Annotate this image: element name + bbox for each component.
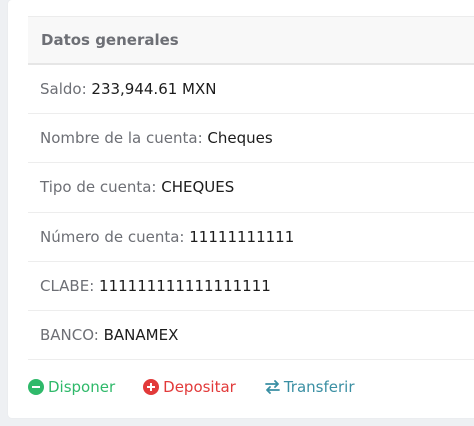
detail-value: BANAMEX — [103, 325, 179, 344]
dispose-button[interactable]: Disponer — [28, 378, 115, 396]
detail-value: CHEQUES — [161, 178, 235, 197]
account-card: Datos generales Saldo: 233,944.61 MXN No… — [8, 0, 474, 418]
deposit-label: Depositar — [163, 378, 236, 396]
detail-row-clabe: CLABE: 111111111111111111 — [28, 262, 474, 311]
detail-label: Saldo: — [40, 80, 92, 98]
transfer-label: Transferir — [283, 378, 355, 396]
detail-row-nombre-cuenta: Nombre de la cuenta: Cheques — [28, 114, 474, 164]
detail-label: BANCO: — [40, 325, 104, 344]
transfer-button[interactable]: Transferir — [264, 378, 355, 396]
account-details-list: Saldo: 233,944.61 MXN Nombre de la cuent… — [28, 65, 474, 361]
detail-row-tipo-cuenta: Tipo de cuenta: CHEQUES — [28, 163, 474, 213]
detail-label: Tipo de cuenta: — [40, 178, 162, 197]
detail-value: 233,944.61 MXN — [91, 80, 217, 98]
section-title: Datos generales — [41, 31, 179, 49]
minus-circle-icon — [28, 379, 44, 395]
detail-value: 11111111111 — [189, 227, 295, 246]
exchange-arrows-icon — [264, 379, 280, 395]
deposit-button[interactable]: Depositar — [143, 378, 236, 396]
detail-label: Nombre de la cuenta: — [40, 129, 208, 148]
detail-label: CLABE: — [40, 276, 100, 295]
detail-row-numero-cuenta: Número de cuenta: 11111111111 — [28, 213, 474, 262]
detail-label: Número de cuenta: — [40, 227, 190, 246]
detail-value: 111111111111111111 — [99, 276, 271, 295]
detail-row-saldo: Saldo: 233,944.61 MXN — [28, 65, 474, 115]
detail-value: Cheques — [207, 129, 273, 148]
plus-circle-icon — [143, 379, 160, 395]
section-header: Datos generales — [28, 17, 474, 65]
dispose-label: Disponer — [48, 378, 116, 396]
detail-row-banco: BANCO: BANAMEX — [28, 311, 474, 361]
action-bar: Disponer Depositar Transferir — [28, 376, 383, 398]
